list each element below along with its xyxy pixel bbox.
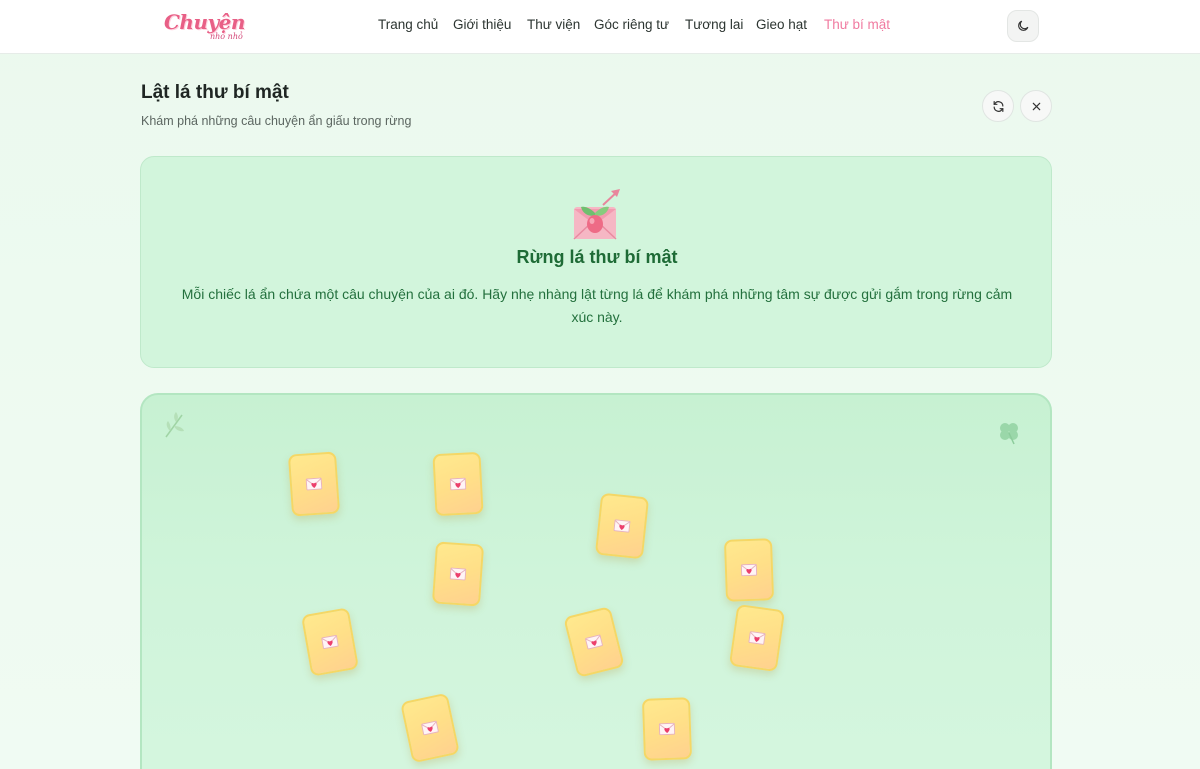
- heart-envelope-icon: [613, 519, 631, 533]
- page-title: Lật lá thư bí mật: [141, 82, 289, 103]
- intro-description: Mỗi chiếc lá ẩn chứa một câu chuyện của …: [181, 286, 1013, 325]
- nav-item-future[interactable]: Tương lai: [685, 17, 743, 32]
- heart-envelope-icon: [421, 720, 439, 736]
- heart-envelope-icon: [658, 722, 676, 736]
- nav-item-sow-seeds[interactable]: Gieo hạt: [756, 17, 807, 32]
- intro-card: Rừng lá thư bí mật Mỗi chiếc lá ẩn chứa …: [140, 156, 1052, 368]
- nav-item-secret-letters[interactable]: Thư bí mật: [824, 17, 890, 32]
- secret-letter-forest: [140, 393, 1052, 769]
- leaf-card[interactable]: [432, 451, 484, 517]
- heart-envelope-icon: [585, 634, 603, 650]
- clover-decoration-icon: [1000, 423, 1018, 445]
- leaf-card[interactable]: [723, 538, 775, 602]
- heart-envelope-icon: [305, 477, 323, 491]
- heart-envelope-icon: [449, 567, 467, 581]
- refresh-icon: [993, 100, 1003, 112]
- refresh-button[interactable]: [982, 90, 1014, 122]
- leaf-card[interactable]: [641, 697, 693, 761]
- leaf-card[interactable]: [400, 692, 460, 764]
- close-icon: [1032, 102, 1040, 110]
- leaf-card[interactable]: [300, 607, 360, 677]
- intro-title: Rừng lá thư bí mật: [516, 247, 678, 267]
- heart-envelope-icon: [321, 634, 339, 650]
- heart-envelope-icon: [449, 477, 467, 491]
- nav-item-about[interactable]: Giới thiệu: [453, 17, 511, 32]
- leaf-card[interactable]: [728, 603, 786, 673]
- heart-envelope-icon: [740, 563, 758, 577]
- theme-toggle-button[interactable]: [1007, 10, 1039, 42]
- nav-item-home[interactable]: Trang chủ: [378, 17, 438, 32]
- love-letter-sprout-icon: [573, 189, 620, 240]
- page-subtitle: Khám phá những câu chuyện ẩn giấu trong …: [141, 114, 412, 128]
- top-navigation-bar: Chuyện nho nhỏ Trang chủ Giới thiệu Thư …: [0, 0, 1200, 54]
- heart-envelope-icon: [748, 631, 766, 645]
- leaf-card[interactable]: [287, 451, 341, 517]
- nav-item-private-corner[interactable]: Góc riêng tư: [594, 17, 669, 32]
- leaf-card[interactable]: [594, 492, 650, 560]
- nav-item-library[interactable]: Thư viện: [527, 17, 580, 32]
- close-button[interactable]: [1020, 90, 1052, 122]
- leaf-card[interactable]: [563, 606, 625, 678]
- moon-icon: [1018, 20, 1029, 31]
- leaf-card[interactable]: [431, 541, 485, 607]
- leaf-decoration-icon: [165, 412, 184, 438]
